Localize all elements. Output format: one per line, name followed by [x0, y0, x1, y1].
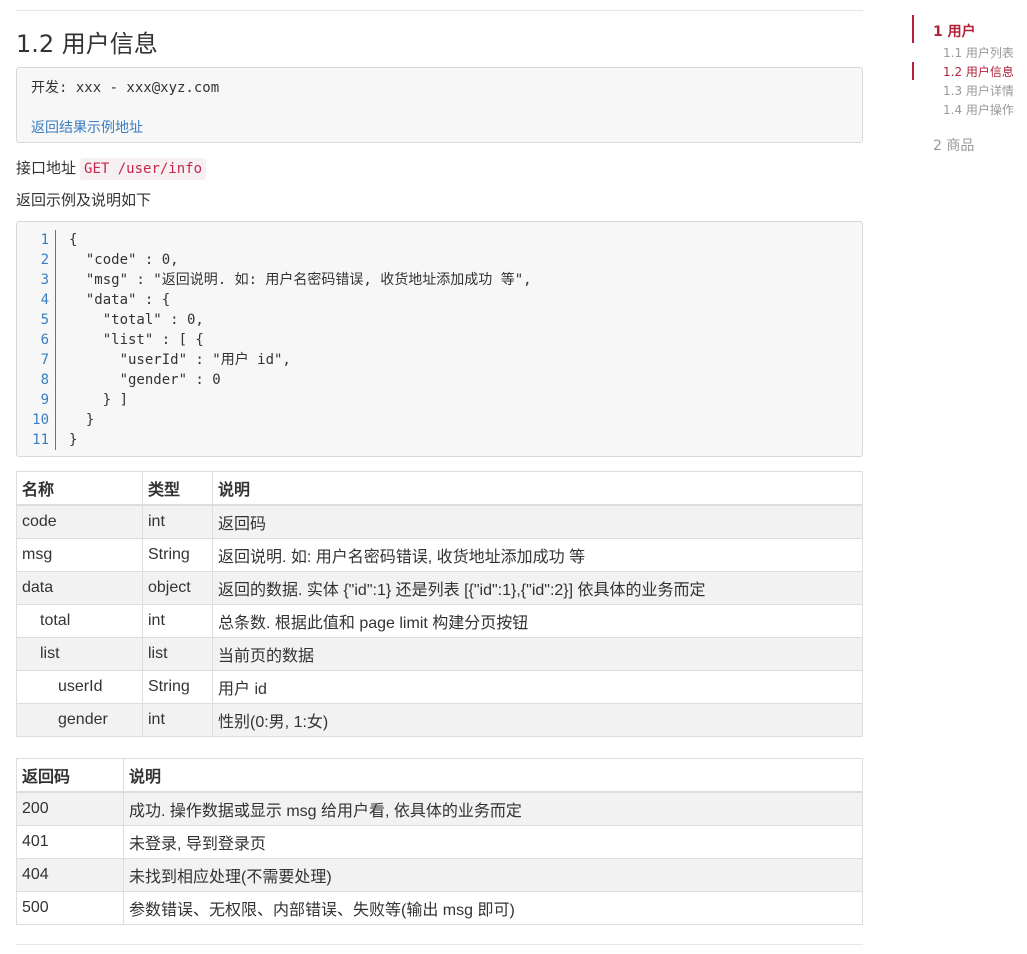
line-number: 4	[40, 292, 49, 308]
field-name: data	[16, 571, 143, 605]
field-name: list	[16, 637, 143, 671]
code-line: "userId" : "用户 id",	[69, 352, 291, 368]
table-row: 404 未找到相应处理(不需要处理)	[16, 858, 863, 892]
toc-active-marker	[912, 62, 914, 80]
toc-item-user-list[interactable]: 1.1 用户列表	[943, 44, 1014, 61]
table-row: gender int 性别(0:男, 1:女)	[16, 703, 863, 737]
api-label: 接口地址	[16, 159, 77, 177]
toc-item-products[interactable]: 2 商品	[933, 135, 974, 155]
return-code: 404	[16, 858, 124, 892]
line-number-gutter: 1 2 3 4 5 6 7 8 9 10 11	[17, 230, 56, 450]
toc-item-user-actions[interactable]: 1.4 用户操作	[943, 101, 1014, 118]
code-line: "msg" : "返回说明. 如: 用户名密码错误, 收货地址添加成功 等",	[69, 272, 532, 288]
column-header-type: 类型	[142, 471, 213, 506]
field-desc: 返回的数据. 实体 {"id":1} 还是列表 [{"id":1},{"id":…	[212, 571, 863, 605]
code-line: "code" : 0,	[69, 252, 179, 268]
field-desc: 性别(0:男, 1:女)	[212, 703, 863, 737]
table-row: msg String 返回说明. 如: 用户名密码错误, 收货地址添加成功 等	[16, 538, 863, 572]
field-type: object	[142, 571, 213, 605]
field-type: int	[142, 504, 213, 539]
table-row: code int 返回码	[16, 504, 863, 539]
column-header-desc: 说明	[212, 471, 863, 506]
example-result-link[interactable]: 返回结果示例地址	[31, 117, 143, 137]
return-codes-table: 返回码 说明 200 成功. 操作数据或显示 msg 给用户看, 依具体的业务而…	[16, 758, 863, 925]
table-header-row: 名称 类型 说明	[16, 471, 863, 506]
fields-table: 名称 类型 说明 code int 返回码 msg String 返回说明. 如…	[16, 471, 863, 737]
return-code: 200	[16, 791, 124, 826]
field-type: String	[142, 538, 213, 572]
toc-item-user-detail[interactable]: 1.3 用户详情	[943, 82, 1014, 99]
code-line: }	[69, 432, 78, 448]
field-type: String	[142, 670, 213, 704]
json-code-block: 1 2 3 4 5 6 7 8 9 10 11 { "code" : 0, "m…	[16, 221, 863, 457]
toc-item-user-info[interactable]: 1.2 用户信息	[943, 63, 1014, 80]
code-line: "data" : {	[69, 292, 171, 308]
code-line: "list" : [ {	[69, 332, 204, 348]
field-desc: 返回说明. 如: 用户名密码错误, 收货地址添加成功 等	[212, 538, 863, 572]
table-row: 500 参数错误、无权限、内部错误、失败等(输出 msg 即可)	[16, 891, 863, 925]
table-row: userId String 用户 id	[16, 670, 863, 704]
field-name: total	[16, 604, 143, 638]
return-code: 500	[16, 891, 124, 925]
return-code-desc: 未登录, 导到登录页	[123, 825, 863, 859]
line-number: 9	[40, 392, 49, 408]
table-row: total int 总条数. 根据此值和 page limit 构建分页按钮	[16, 604, 863, 638]
line-number: 1	[40, 232, 49, 248]
table-row: 200 成功. 操作数据或显示 msg 给用户看, 依具体的业务而定	[16, 791, 863, 826]
api-endpoint: GET /user/info	[80, 158, 207, 180]
column-header-code: 返回码	[16, 758, 124, 793]
developer-info-box: 开发: xxx - xxx@xyz.com 返回结果示例地址	[16, 67, 863, 143]
field-type: int	[142, 604, 213, 638]
code-line: }	[69, 412, 95, 428]
column-header-name: 名称	[16, 471, 143, 506]
code-lines: { "code" : 0, "msg" : "返回说明. 如: 用户名密码错误,…	[69, 230, 532, 450]
return-code-desc: 成功. 操作数据或显示 msg 给用户看, 依具体的业务而定	[123, 791, 863, 826]
return-code-desc: 未找到相应处理(不需要处理)	[123, 858, 863, 892]
page-title: 1.2 用户信息	[16, 30, 158, 58]
line-number: 7	[40, 352, 49, 368]
column-header-desc: 说明	[123, 758, 863, 793]
return-code: 401	[16, 825, 124, 859]
field-type: int	[142, 703, 213, 737]
field-type: list	[142, 637, 213, 671]
line-number: 5	[40, 312, 49, 328]
field-name: gender	[16, 703, 143, 737]
field-name: msg	[16, 538, 143, 572]
bottom-divider	[16, 944, 863, 945]
line-number: 10	[32, 412, 49, 428]
line-number: 11	[32, 432, 49, 448]
field-desc: 总条数. 根据此值和 page limit 构建分页按钮	[212, 604, 863, 638]
code-line: "gender" : 0	[69, 372, 221, 388]
line-number: 2	[40, 252, 49, 268]
line-number: 8	[40, 372, 49, 388]
code-line: "total" : 0,	[69, 312, 204, 328]
return-description: 返回示例及说明如下	[16, 191, 152, 209]
api-address: 接口地址 GET /user/info	[16, 157, 207, 180]
table-row: list list 当前页的数据	[16, 637, 863, 671]
field-desc: 当前页的数据	[212, 637, 863, 671]
field-name: code	[16, 504, 143, 539]
code-line: {	[69, 232, 78, 248]
field-name: userId	[16, 670, 143, 704]
code-line: } ]	[69, 392, 129, 408]
field-desc: 返回码	[212, 504, 863, 539]
table-row: 401 未登录, 导到登录页	[16, 825, 863, 859]
line-number: 3	[40, 272, 49, 288]
table-header-row: 返回码 说明	[16, 758, 863, 793]
developer-line: 开发: xxx - xxx@xyz.com	[31, 80, 220, 96]
return-code-desc: 参数错误、无权限、内部错误、失败等(输出 msg 即可)	[123, 891, 863, 925]
table-row: data object 返回的数据. 实体 {"id":1} 还是列表 [{"i…	[16, 571, 863, 605]
toc-item-users[interactable]: 1 用户	[933, 21, 976, 41]
field-desc: 用户 id	[212, 670, 863, 704]
toc-active-marker	[912, 15, 914, 43]
top-divider	[16, 10, 863, 11]
line-number: 6	[40, 332, 49, 348]
